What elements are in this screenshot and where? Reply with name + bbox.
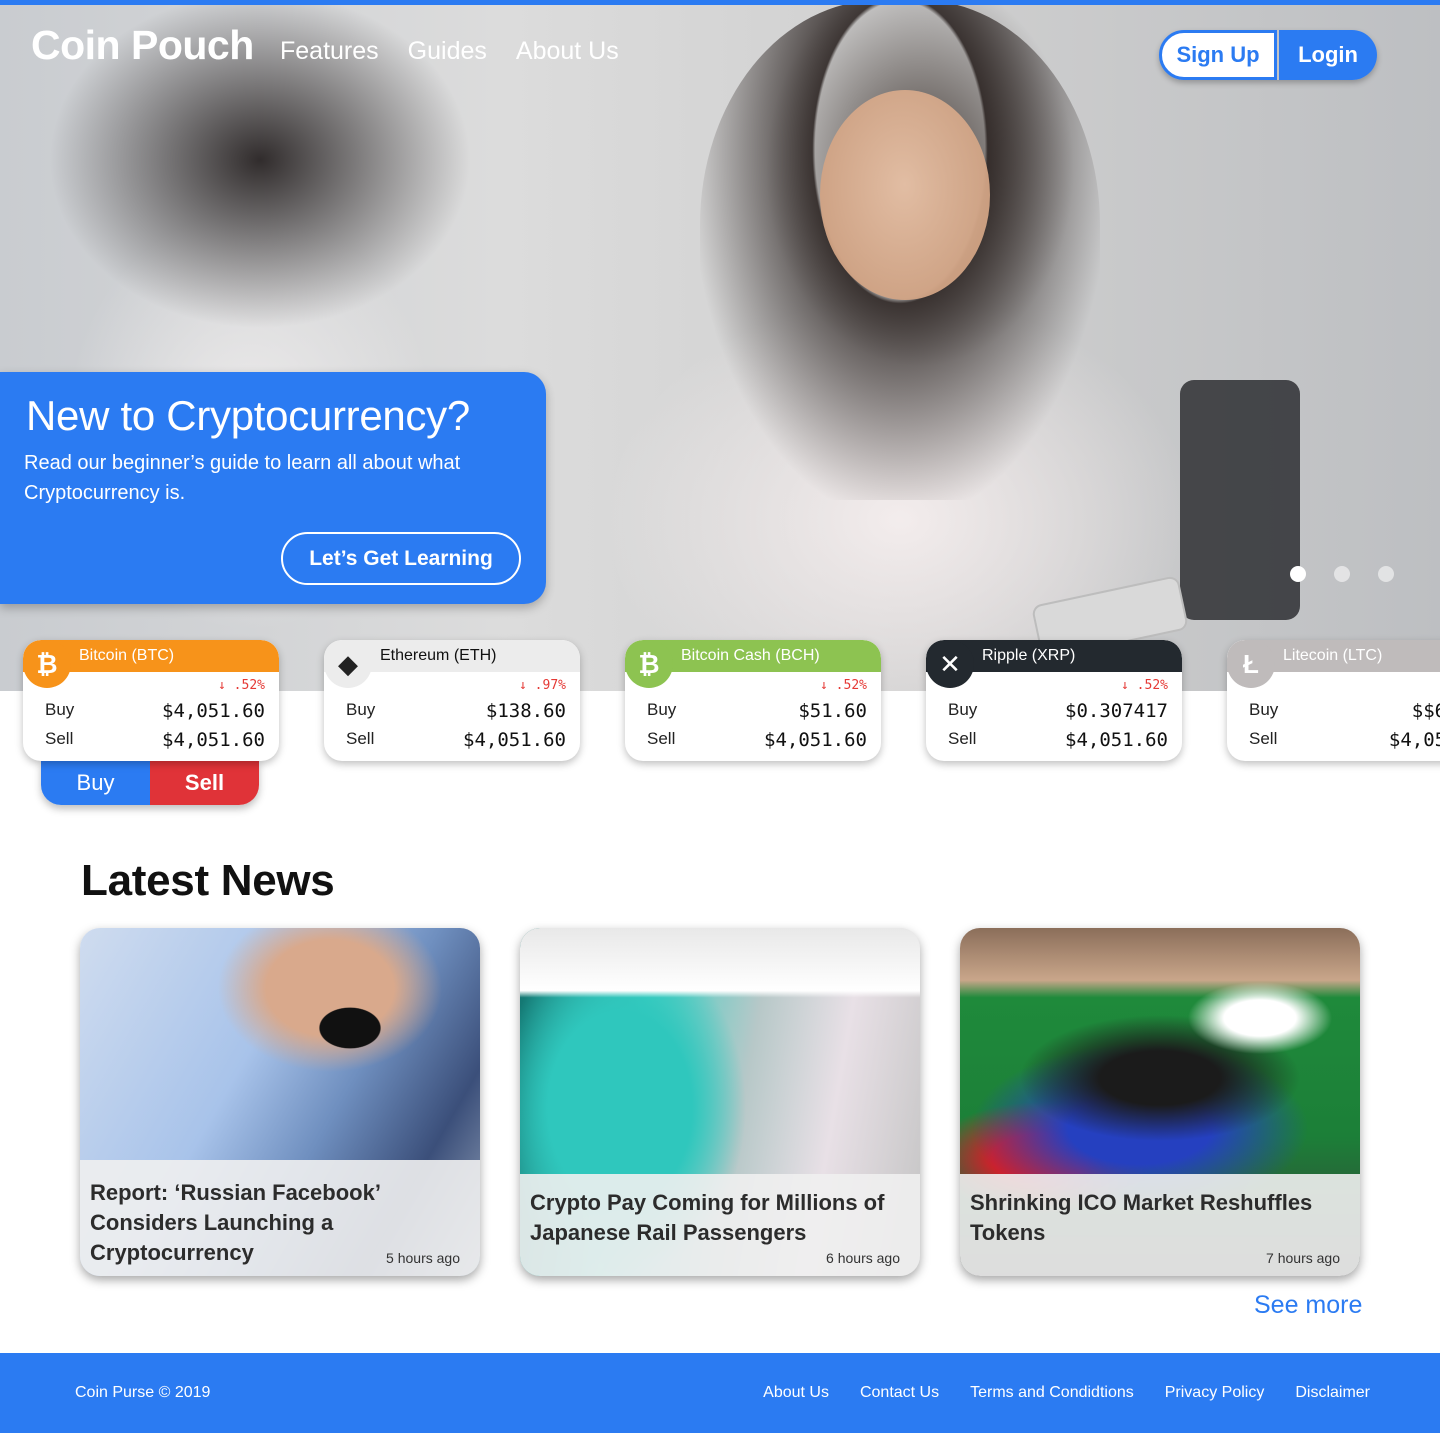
ticker-sell-label: Sell xyxy=(948,729,977,748)
auth-buttons: Sign Up Login xyxy=(1159,30,1377,80)
ticker-buy-row: Buy $4,051.60 xyxy=(45,700,265,722)
ticker-card[interactable]: ◆ Ethereum (ETH) ↓ .97% Buy $138.60 Sell $4,05… xyxy=(324,640,580,761)
ticker-sell-price: $4,051.60 xyxy=(764,729,867,751)
carousel-dot-3[interactable] xyxy=(1378,566,1394,582)
news-card[interactable]: Shrinking ICO Market Reshuffles Tokens 7… xyxy=(960,928,1360,1276)
latest-news-heading: Latest News xyxy=(81,856,335,905)
news-headline[interactable]: Shrinking ICO Market Reshuffles Tokens xyxy=(970,1188,1350,1248)
nav-features[interactable]: Features xyxy=(280,37,379,66)
ticker-buy-row: Buy $0.307417 xyxy=(948,700,1168,722)
ripple-icon: ✕ xyxy=(926,640,974,688)
ticker-buy-price: $$60. xyxy=(1411,700,1440,722)
ticker-change: ↓ .97% xyxy=(519,678,566,693)
ticker-buy-price: $4,051.60 xyxy=(162,700,265,722)
ticker-sell-row: Sell $4,051.60 xyxy=(948,729,1168,751)
ticker-card[interactable]: ✕ Ripple (XRP) ↓ .52% Buy $0.307417 Sell $4,05… xyxy=(926,640,1182,761)
promo-text: Read our beginner’s guide to learn all a… xyxy=(24,452,461,504)
ticker-buy-label: Buy xyxy=(1249,700,1279,719)
sell-button[interactable]: Sell xyxy=(150,760,259,805)
ticker-card[interactable]: ₿ Bitcoin (BTC) ↓ .52% Buy $4,051.60 Sell $4,0… xyxy=(23,640,279,761)
ticker-sell-price: $4,051. xyxy=(1388,729,1440,751)
get-learning-button[interactable]: Let’s Get Learning xyxy=(281,532,521,585)
main-nav: Features Guides About Us xyxy=(280,37,619,66)
ticker-buy-label: Buy xyxy=(948,700,978,719)
ticker-buy-price: $0.307417 xyxy=(1065,700,1168,722)
hero-photo-face xyxy=(820,90,990,300)
nav-guides[interactable]: Guides xyxy=(408,37,487,66)
footer-terms[interactable]: Terms and Condidtions xyxy=(970,1384,1134,1402)
ticker-sell-row: Sell $4,051.60 xyxy=(647,729,867,751)
ticker-sell-price: $4,051.60 xyxy=(1065,729,1168,751)
ticker-buy-label: Buy xyxy=(45,700,75,719)
footer-links: About Us Contact Us Terms and Condidtion… xyxy=(763,1384,1370,1402)
ticker-card[interactable]: ₿ Bitcoin Cash (BCH) ↓ .52% Buy $51.60 Sell $4… xyxy=(625,640,881,761)
hero-photo-chair xyxy=(1180,380,1300,620)
ticker-buy-row: Buy $$60. xyxy=(1249,700,1440,722)
top-accent-line xyxy=(0,0,1440,5)
footer-privacy[interactable]: Privacy Policy xyxy=(1165,1384,1265,1402)
litecoin-icon: Ł xyxy=(1227,640,1275,688)
news-card[interactable]: Report: ‘Russian Facebook’ Considers Lau… xyxy=(80,928,480,1276)
promo-title: New to Cryptocurrency? xyxy=(26,392,470,439)
carousel-dot-2[interactable] xyxy=(1334,566,1350,582)
login-button[interactable]: Login xyxy=(1279,30,1377,80)
ticker-sell-row: Sell $4,051.60 xyxy=(45,729,265,751)
carousel-dots xyxy=(1290,566,1394,582)
ticker-change: ↓ .52% xyxy=(218,678,265,693)
ticker-card[interactable]: ŁLitecoin (LTC)↓ .Buy$$60.Sell$4,051. xyxy=(1227,640,1440,761)
news-time: 7 hours ago xyxy=(1266,1250,1340,1266)
footer-disclaimer[interactable]: Disclaimer xyxy=(1295,1384,1370,1402)
news-headline[interactable]: Crypto Pay Coming for Millions of Japane… xyxy=(530,1188,910,1248)
ticker-buy-label: Buy xyxy=(647,700,677,719)
sign-up-button[interactable]: Sign Up xyxy=(1159,30,1277,80)
ticker-buy-row: Buy $51.60 xyxy=(647,700,867,722)
brand-logo[interactable]: Coin Pouch xyxy=(31,22,254,69)
ticker-buy-price: $51.60 xyxy=(798,700,867,722)
ticker-sell-price: $4,051.60 xyxy=(162,729,265,751)
news-time: 6 hours ago xyxy=(826,1250,900,1266)
ticker-buy-label: Buy xyxy=(346,700,376,719)
promo-card: New to Cryptocurrency? Read our beginner… xyxy=(0,372,546,604)
carousel-dot-1[interactable] xyxy=(1290,566,1306,582)
footer-copyright: Coin Purse © 2019 xyxy=(75,1384,211,1401)
bitcoin-cash-icon: ₿ xyxy=(625,640,673,688)
ticker-buy-row: Buy $138.60 xyxy=(346,700,566,722)
trade-buttons: Buy Sell xyxy=(41,760,259,805)
footer-contact-us[interactable]: Contact Us xyxy=(860,1384,939,1402)
nav-about-us[interactable]: About Us xyxy=(516,37,619,66)
buy-button[interactable]: Buy xyxy=(41,760,150,805)
ticker-sell-label: Sell xyxy=(647,729,676,748)
news-time: 5 hours ago xyxy=(386,1250,460,1266)
bitcoin-icon: ₿ xyxy=(23,640,71,688)
ticker-buy-price: $138.60 xyxy=(485,700,566,722)
ticker-sell-price: $4,051.60 xyxy=(463,729,566,751)
see-more-link[interactable]: See more xyxy=(1254,1291,1362,1320)
ticker-change: ↓ .52% xyxy=(1121,678,1168,693)
footer-about-us[interactable]: About Us xyxy=(763,1384,829,1402)
ticker-sell-row: Sell $4,051.60 xyxy=(346,729,566,751)
ticker-sell-label: Sell xyxy=(1249,729,1278,748)
ticker-sell-row: Sell $4,051. xyxy=(1249,729,1440,751)
ticker-sell-label: Sell xyxy=(45,729,74,748)
ticker-change: ↓ .52% xyxy=(820,678,867,693)
news-card[interactable]: Crypto Pay Coming for Millions of Japane… xyxy=(520,928,920,1276)
ticker-sell-label: Sell xyxy=(346,729,375,748)
ethereum-icon: ◆ xyxy=(324,640,372,688)
footer: Coin Purse © 2019 About Us Contact Us Te… xyxy=(0,1353,1440,1433)
